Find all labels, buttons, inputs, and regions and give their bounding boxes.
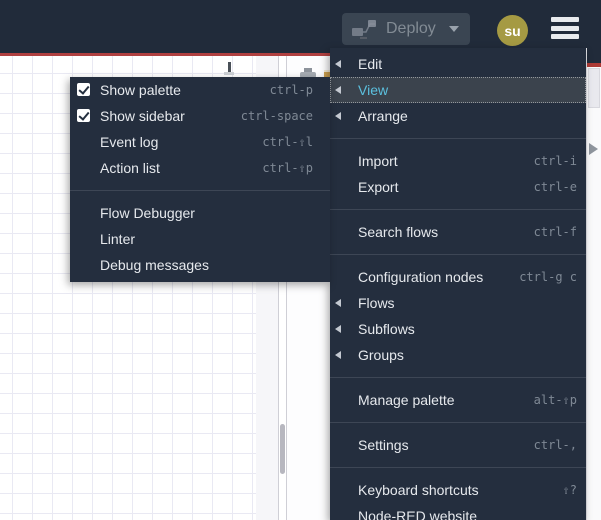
- menu-separator: [330, 209, 586, 210]
- window-scrollbar-thumb[interactable]: [588, 68, 600, 108]
- menu-item-label: Search flows: [358, 224, 439, 240]
- menu-separator: [330, 138, 586, 139]
- menu-separator: [330, 254, 586, 255]
- menu-separator: [330, 467, 586, 468]
- submenu-caret-icon: [335, 86, 341, 94]
- menu-item-settings[interactable]: Settings ctrl-,: [330, 432, 586, 458]
- menu-item-label: View: [358, 82, 389, 98]
- menu-item-label: Manage palette: [358, 392, 455, 408]
- menu-item-groups[interactable]: Groups: [330, 342, 586, 368]
- menu-item-shortcut: ctrl-i: [533, 154, 577, 168]
- scroll-arrow-icon: [589, 143, 598, 155]
- menu-item-edit[interactable]: Edit: [330, 51, 586, 77]
- menu-item-label: Export: [358, 179, 399, 195]
- workspace-top-border: [0, 53, 330, 56]
- submenu-item-debug-messages[interactable]: Debug messages: [70, 252, 330, 278]
- menu-item-keyboard-shortcuts[interactable]: Keyboard shortcuts ⇧?: [330, 477, 586, 503]
- menu-item-node-red-website[interactable]: Node-RED website: [330, 503, 586, 520]
- window-scrollbar-red-cap: [587, 63, 601, 67]
- menu-separator: [70, 190, 330, 191]
- menu-separator: [330, 422, 586, 423]
- menu-item-label: Debug messages: [100, 257, 209, 273]
- main-dropdown-menu: Edit View Arrange Import ctrl-i Export c…: [330, 48, 586, 520]
- menu-item-arrange[interactable]: Arrange: [330, 103, 586, 129]
- menu-item-shortcut: ctrl-space: [240, 109, 313, 123]
- menu-item-shortcut: ctrl-f: [533, 225, 577, 239]
- menu-item-label: Show palette: [100, 82, 181, 98]
- submenu-item-flow-debugger[interactable]: Flow Debugger: [70, 200, 330, 226]
- menu-item-shortcut: ctrl-p: [269, 83, 313, 97]
- main-menu-icon[interactable]: [551, 17, 579, 39]
- menu-item-export[interactable]: Export ctrl-e: [330, 174, 586, 200]
- menu-item-manage-palette[interactable]: Manage palette alt-⇧p: [330, 387, 586, 413]
- menu-item-shortcut: ctrl-,: [533, 438, 577, 452]
- menu-item-label: Groups: [358, 347, 404, 363]
- menu-item-label: Linter: [100, 231, 136, 247]
- window-scrollbar[interactable]: [586, 48, 601, 520]
- chevron-down-icon[interactable]: [449, 26, 459, 32]
- menu-item-label: Node-RED website: [358, 508, 478, 520]
- menu-item-shortcut: ctrl-g c: [519, 270, 577, 284]
- menu-separator: [330, 377, 586, 378]
- menu-item-label: Action list: [100, 160, 160, 176]
- window-scrollbar-cap: [587, 48, 601, 63]
- node-red-editor: Deploy su Edit View Arrange Import ctrl-…: [0, 0, 601, 520]
- menu-bar-icon: [551, 17, 579, 22]
- menu-item-shortcut: ctrl-e: [533, 180, 577, 194]
- menu-item-label: Show sidebar: [100, 108, 185, 124]
- submenu-item-show-palette[interactable]: Show palette ctrl-p: [70, 77, 330, 103]
- submenu-item-linter[interactable]: Linter: [70, 226, 330, 252]
- menu-item-label: Subflows: [358, 321, 415, 337]
- menu-item-shortcut: ctrl-⇧l: [262, 135, 313, 149]
- canvas-scrollbar-thumb[interactable]: [280, 424, 285, 474]
- submenu-item-action-list[interactable]: Action list ctrl-⇧p: [70, 155, 330, 181]
- submenu-caret-icon: [335, 351, 341, 359]
- submenu-item-event-log[interactable]: Event log ctrl-⇧l: [70, 129, 330, 155]
- avatar-initials: su: [504, 22, 521, 39]
- checkbox-checked-icon[interactable]: [77, 83, 90, 96]
- menu-item-label: Arrange: [358, 108, 408, 124]
- submenu-item-show-sidebar[interactable]: Show sidebar ctrl-space: [70, 103, 330, 129]
- menu-item-shortcut: alt-⇧p: [533, 393, 577, 407]
- menu-item-label: Edit: [358, 56, 383, 72]
- menu-item-shortcut: ⇧?: [562, 483, 577, 497]
- menu-item-search-flows[interactable]: Search flows ctrl-f: [330, 219, 586, 245]
- submenu-caret-icon: [335, 112, 341, 120]
- menu-item-label: Flows: [358, 295, 395, 311]
- menu-item-flows[interactable]: Flows: [330, 290, 586, 316]
- view-submenu-list: Show palette ctrl-p Show sidebar ctrl-sp…: [70, 77, 330, 282]
- deploy-icon: [351, 18, 377, 40]
- submenu-caret-icon: [335, 325, 341, 333]
- menu-item-shortcut: ctrl-⇧p: [262, 161, 313, 175]
- menu-item-label: Import: [358, 153, 398, 169]
- menu-item-subflows[interactable]: Subflows: [330, 316, 586, 342]
- menu-item-label: Keyboard shortcuts: [358, 482, 479, 498]
- view-submenu: Show palette ctrl-p Show sidebar ctrl-sp…: [70, 77, 330, 282]
- submenu-caret-icon: [335, 60, 341, 68]
- menu-item-configuration-nodes[interactable]: Configuration nodes ctrl-g c: [330, 264, 586, 290]
- canvas-fragment: [224, 72, 234, 75]
- checkbox-checked-icon[interactable]: [77, 109, 90, 122]
- menu-item-label: Flow Debugger: [100, 205, 195, 221]
- menu-item-view[interactable]: View: [330, 77, 586, 103]
- submenu-caret-icon: [335, 299, 341, 307]
- menu-bar-icon: [551, 34, 579, 39]
- menu-item-label: Settings: [358, 437, 409, 453]
- canvas-fragment: [228, 62, 231, 72]
- menu-bar-icon: [551, 25, 579, 31]
- menu-item-label: Event log: [100, 134, 159, 150]
- main-menu-list: Edit View Arrange Import ctrl-i Export c…: [330, 48, 586, 520]
- menu-item-import[interactable]: Import ctrl-i: [330, 148, 586, 174]
- deploy-button-label: Deploy: [386, 20, 436, 37]
- user-avatar[interactable]: su: [497, 15, 528, 46]
- menu-item-label: Configuration nodes: [358, 269, 484, 285]
- deploy-button[interactable]: Deploy: [342, 13, 470, 45]
